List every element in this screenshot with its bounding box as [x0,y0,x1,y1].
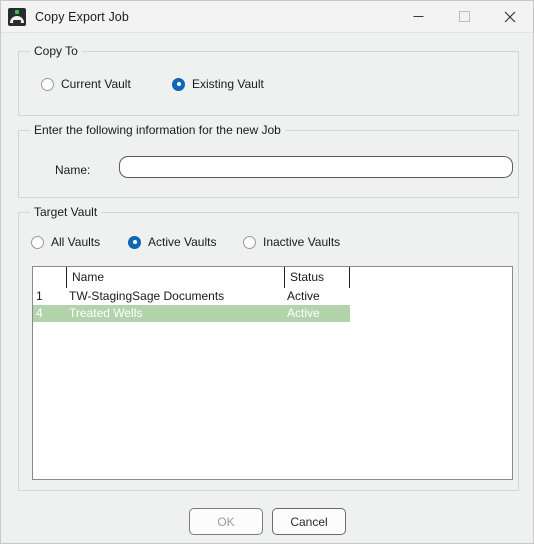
name-input[interactable] [119,156,513,178]
radio-label: Existing Vault [192,77,264,91]
grid-header-filler[interactable] [349,267,389,288]
radio-mark [31,235,44,249]
radio-mark [243,235,256,249]
close-icon[interactable] [487,1,533,32]
row-number: 4 [36,306,43,320]
grid-header-name[interactable]: Name [66,267,284,288]
dialog-window: Copy Export Job Copy To Current Vault Ex… [0,0,534,544]
grid-header-rownum[interactable] [33,267,66,288]
job-info-legend: Enter the following information for the … [30,123,285,137]
row-status: Active [287,289,320,303]
maximize-icon[interactable] [441,1,487,32]
radio-inactive-vaults[interactable]: Inactive Vaults [243,235,340,249]
radio-label: Active Vaults [148,235,217,249]
name-label: Name: [55,163,91,177]
row-number: 1 [36,289,43,303]
cancel-button[interactable]: Cancel [272,508,346,535]
grid-header-status[interactable]: Status [284,267,349,288]
copy-to-group: Copy To Current Vault Existing Vault [18,44,519,116]
radio-active-vaults[interactable]: Active Vaults [128,235,216,249]
radio-all-vaults[interactable]: All Vaults [31,235,100,249]
table-row[interactable]: 4 Treated Wells Active [33,305,512,322]
row-name: Treated Wells [69,306,143,320]
radio-label: All Vaults [51,235,101,249]
radio-mark [172,77,185,91]
radio-mark [41,77,54,91]
app-dome-icon [8,7,26,26]
window-controls [395,1,533,32]
radio-label: Current Vault [61,77,131,91]
window-title: Copy Export Job [35,9,129,24]
radio-label: Inactive Vaults [263,235,341,249]
title-bar: Copy Export Job [1,1,533,33]
vault-list-grid[interactable]: Name Status 1 TW-StagingSage Documents A… [32,266,513,480]
target-vault-group: Target Vault All Vaults Active Vaults In… [18,205,519,491]
dialog-content: Copy To Current Vault Existing Vault Ent… [1,33,533,543]
minimize-icon[interactable] [395,1,441,32]
grid-header-row: Name Status [33,267,512,288]
radio-current-vault[interactable]: Current Vault [41,77,131,91]
radio-existing-vault[interactable]: Existing Vault [172,77,264,91]
job-info-group: Enter the following information for the … [18,123,519,198]
radio-mark [128,235,141,249]
target-vault-legend: Target Vault [30,205,102,219]
ok-button[interactable]: OK [189,508,263,535]
row-status: Active [287,306,320,320]
table-row[interactable]: 1 TW-StagingSage Documents Active [33,288,512,305]
copy-to-legend: Copy To [30,44,82,58]
row-name: TW-StagingSage Documents [69,289,225,303]
